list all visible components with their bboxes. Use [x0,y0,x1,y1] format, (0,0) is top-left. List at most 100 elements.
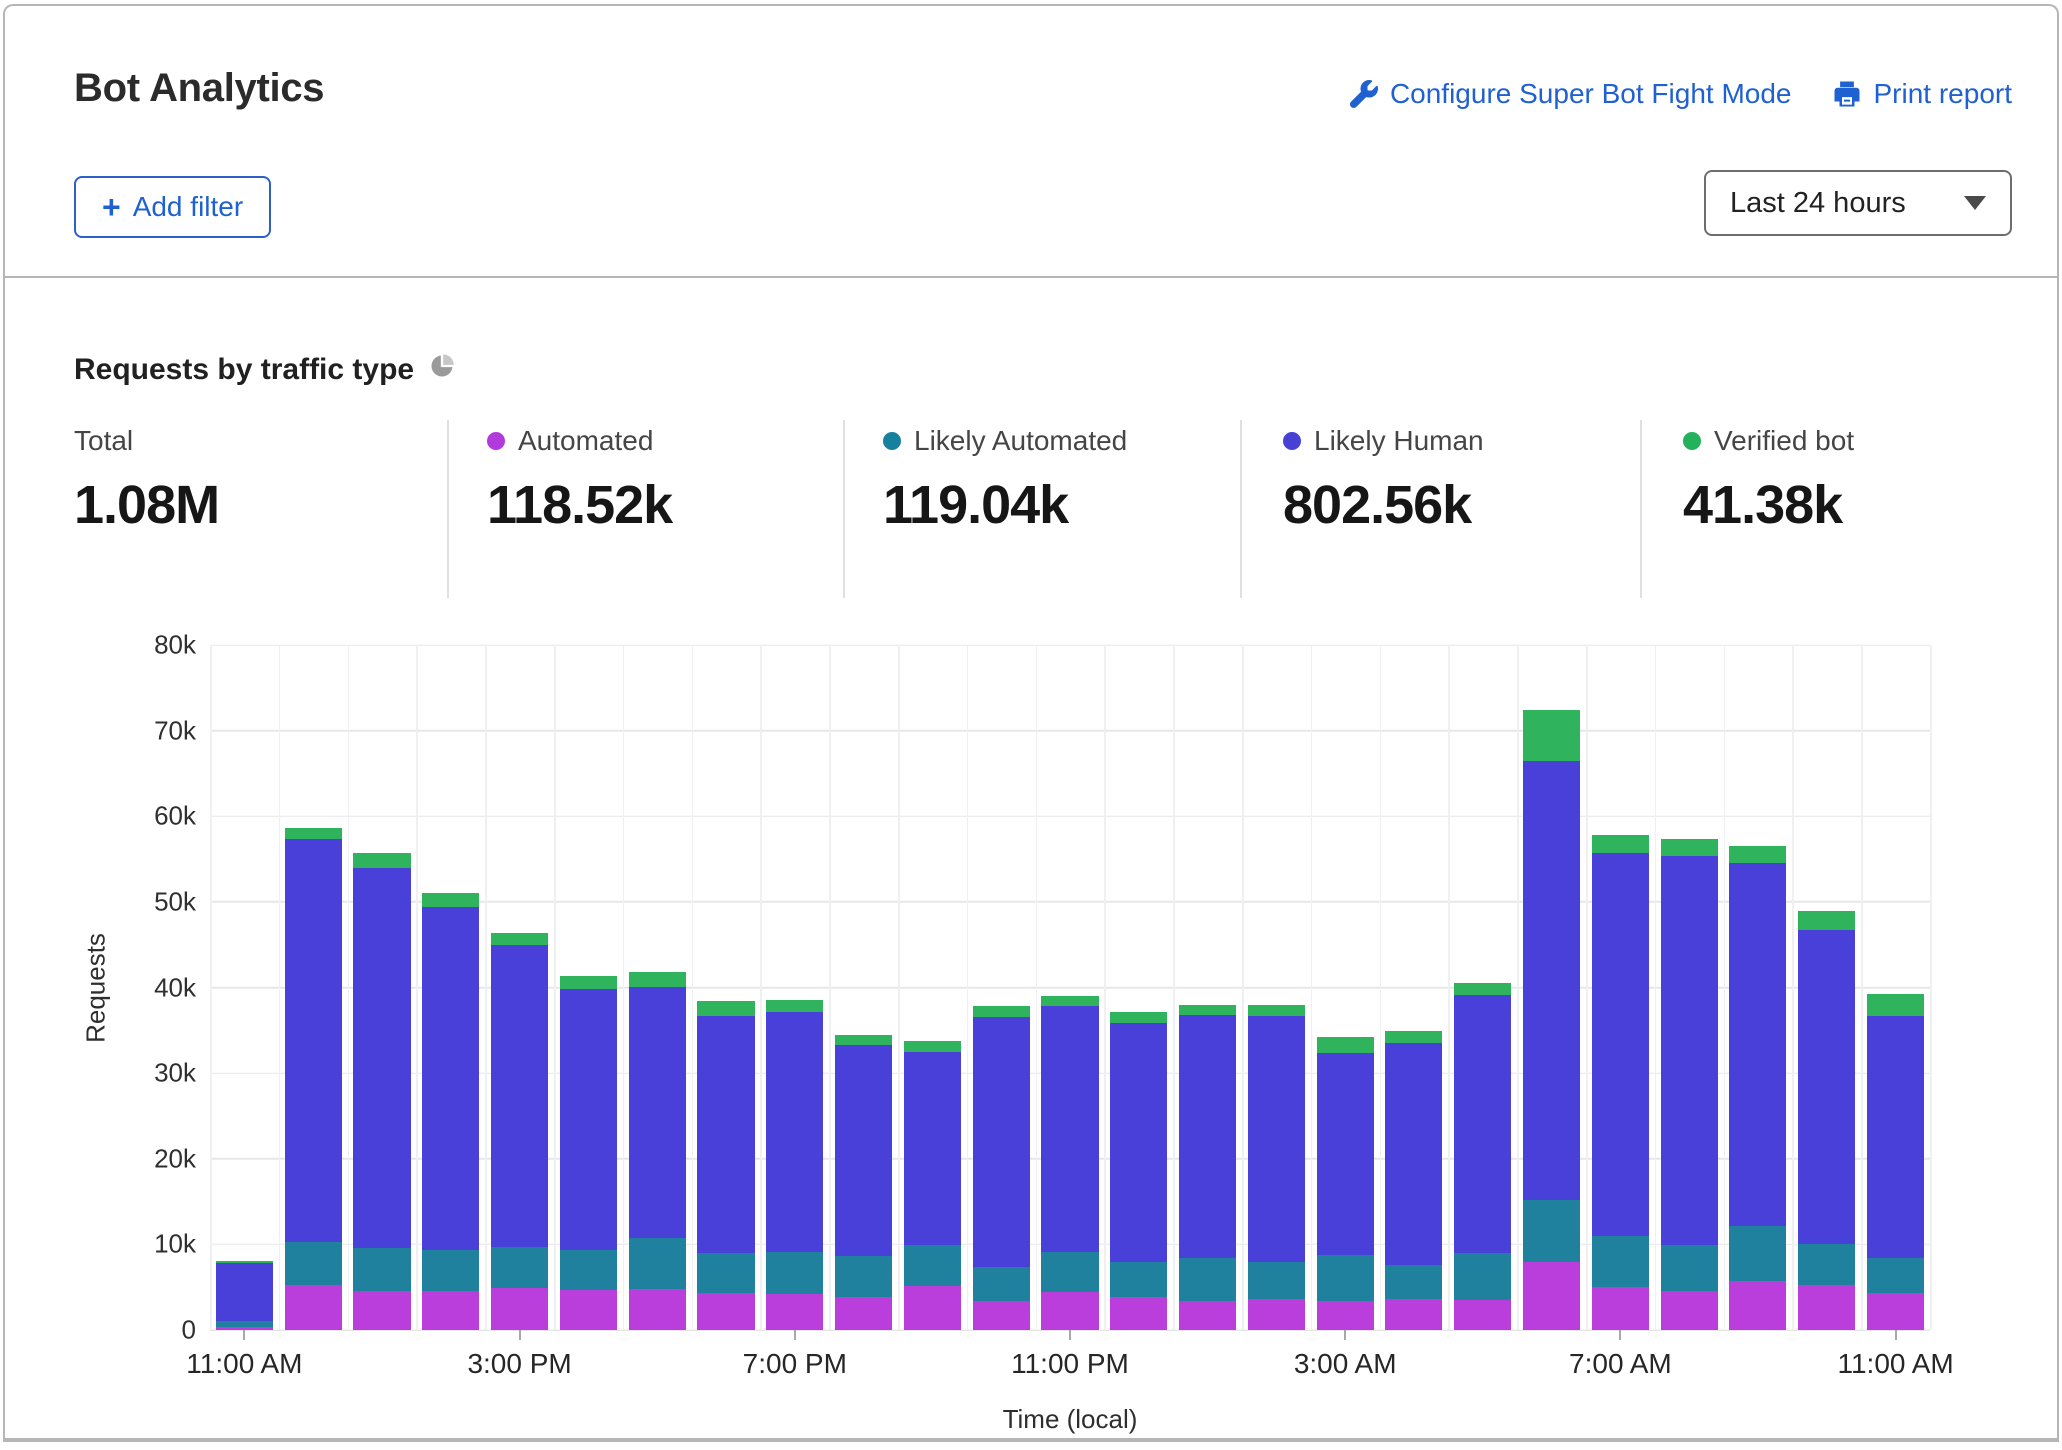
x-tick-label: 11:00 AM [186,1348,302,1380]
bar-segment-automated [353,1291,410,1330]
bar-cell [1517,645,1586,1330]
configure-link-label: Configure Super Bot Fight Mode [1390,78,1792,110]
gridline-vertical [1930,645,1932,1330]
bar-stack[interactable] [1385,645,1442,1330]
page-title: Bot Analytics [74,66,324,111]
bar-stack[interactable] [1454,645,1511,1330]
bar-segment-automated [1041,1292,1098,1330]
bar-segment-automated [1317,1301,1374,1330]
x-tick-mark [1895,1330,1897,1340]
plus-icon: + [102,191,121,223]
bar-segment-likely_automated [285,1242,342,1286]
bar-cell [692,645,761,1330]
bar-segment-likely_automated [904,1245,961,1286]
bar-stack[interactable] [1592,645,1649,1330]
bar-stack[interactable] [560,645,617,1330]
bar-segment-likely_automated [422,1250,479,1292]
bar-cell [416,645,485,1330]
bar-segment-verified_bot [1867,994,1924,1015]
bar-segment-likely_automated [1041,1252,1098,1292]
bar-segment-likely_automated [1454,1253,1511,1300]
bar-segment-likely_automated [1248,1262,1305,1300]
bar-stack[interactable] [1523,645,1580,1330]
x-axis-labels: 11:00 AM3:00 PM7:00 PM11:00 PM3:00 AM7:0… [210,1348,1930,1388]
y-tick-label: 20k [154,1143,196,1174]
print-link-label: Print report [1874,78,2013,110]
bar-segment-likely_human [216,1263,273,1321]
bar-segment-verified_bot [1110,1012,1167,1022]
bar-segment-automated [629,1289,686,1330]
bar-stack[interactable] [353,645,410,1330]
time-range-select[interactable]: Last 24 hours [1704,170,2012,236]
bar-stack[interactable] [1798,645,1855,1330]
bar-segment-likely_human [1179,1015,1236,1258]
bar-segment-verified_bot [1592,835,1649,853]
stat-divider [447,420,449,598]
bar-segment-automated [1454,1300,1511,1330]
bar-segment-likely_automated [491,1247,548,1288]
bar-stack[interactable] [973,645,1030,1330]
bar-stack[interactable] [835,645,892,1330]
bar-segment-likely_human [1317,1053,1374,1254]
bar-stack[interactable] [1041,645,1098,1330]
stat-likely-human-value: 802.56k [1283,474,1643,536]
stat-total: Total 1.08M [74,424,434,536]
bar-segment-verified_bot [697,1001,754,1016]
print-report-link[interactable]: Print report [1832,78,2013,110]
stat-total-value: 1.08M [74,474,434,536]
configure-super-bot-fight-mode-link[interactable]: Configure Super Bot Fight Mode [1350,78,1792,110]
bar-stack[interactable] [422,645,479,1330]
x-tick-mark [1619,1330,1621,1340]
stat-verified-bot-value: 41.38k [1683,474,2043,536]
bar-stack[interactable] [1248,645,1305,1330]
bar-cell [623,645,692,1330]
bar-stack[interactable] [285,645,342,1330]
stat-divider [1240,420,1242,598]
stat-likely-automated-label: Likely Automated [914,425,1127,457]
bar-cell [1380,645,1449,1330]
header-links: Configure Super Bot Fight Mode Print rep… [1350,78,2012,110]
bar-stack[interactable] [491,645,548,1330]
bar-stack[interactable] [904,645,961,1330]
bar-segment-verified_bot [1454,983,1511,995]
bar-segment-likely_human [1248,1016,1305,1262]
bar-stack[interactable] [1110,645,1167,1330]
bar-segment-likely_human [1592,853,1649,1236]
bar-cell [1104,645,1173,1330]
bar-segment-automated [1248,1299,1305,1330]
bar-stack[interactable] [1317,645,1374,1330]
bar-segment-likely_human [285,839,342,1242]
bar-stack[interactable] [1661,645,1718,1330]
bar-segment-automated [835,1297,892,1330]
y-tick-label: 60k [154,801,196,832]
bar-stack[interactable] [1179,645,1236,1330]
stat-verified-bot-label: Verified bot [1714,425,1854,457]
bar-stack[interactable] [216,645,273,1330]
bar-stack[interactable] [1867,645,1924,1330]
stat-divider [1640,420,1642,598]
bar-segment-likely_automated [1729,1226,1786,1282]
bar-segment-likely_human [766,1012,823,1252]
bar-segment-likely_automated [835,1256,892,1298]
stat-automated: Automated 118.52k [487,424,847,536]
bar-segment-verified_bot [560,976,617,989]
bar-segment-automated [491,1288,548,1330]
bar-cell [1448,645,1517,1330]
plot-area [210,645,1930,1330]
bar-segment-verified_bot [1041,996,1098,1005]
bar-segment-likely_human [1110,1023,1167,1262]
stat-automated-label: Automated [518,425,653,457]
bar-stack[interactable] [629,645,686,1330]
bar-stack[interactable] [697,645,754,1330]
bar-stack[interactable] [1729,645,1786,1330]
x-tick-mark [519,1330,521,1340]
bar-segment-automated [1798,1285,1855,1330]
add-filter-button[interactable]: + Add filter [74,176,271,238]
bar-segment-likely_human [1523,761,1580,1199]
printer-icon [1832,79,1862,109]
bar-segment-likely_automated [560,1250,617,1289]
bar-segment-likely_human [1454,995,1511,1253]
bar-stack[interactable] [766,645,823,1330]
bar-cell [1173,645,1242,1330]
bar-segment-likely_automated [1798,1244,1855,1286]
